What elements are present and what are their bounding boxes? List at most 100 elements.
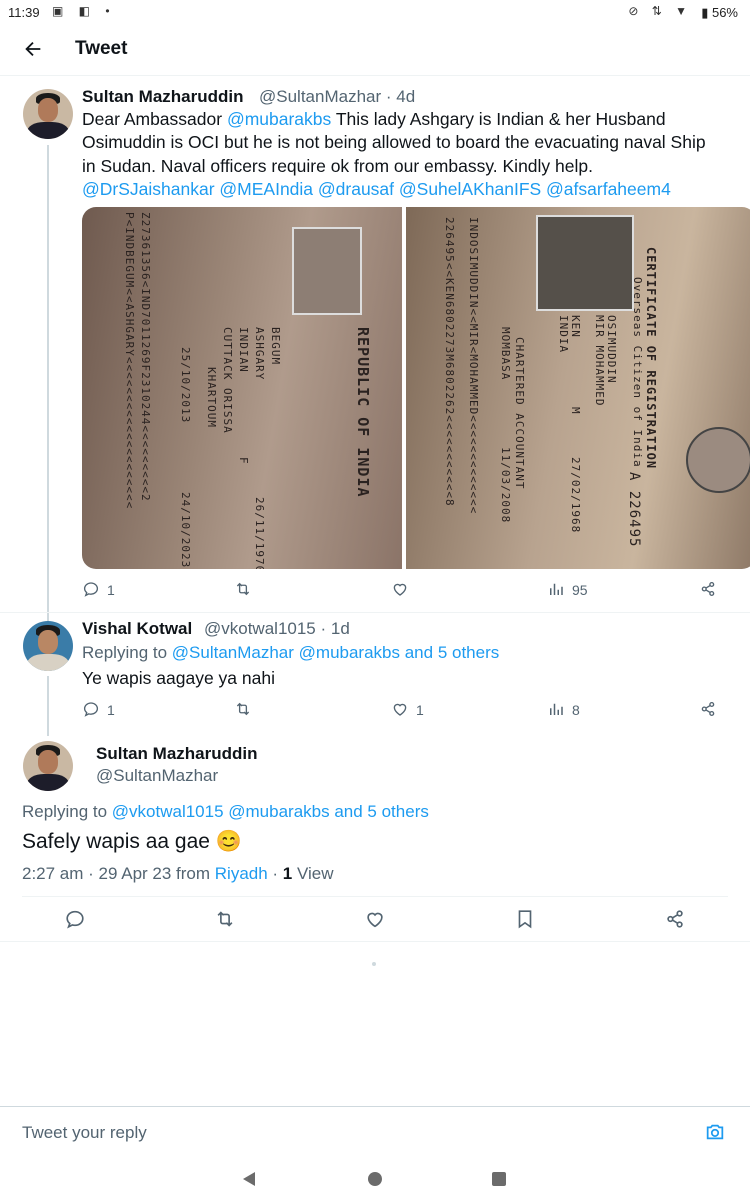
share-button[interactable] xyxy=(699,698,717,722)
comment-icon xyxy=(82,700,100,721)
arrow-left-icon[interactable] xyxy=(22,34,44,66)
heart-icon xyxy=(391,580,409,601)
passport-field: ASHGARY xyxy=(253,327,266,381)
oci-header: CERTIFICATE OF REGISTRATION xyxy=(644,247,658,470)
passport-field: INDIAN xyxy=(237,327,250,373)
divider xyxy=(22,896,728,897)
mention-link[interactable]: @mubarakbs xyxy=(227,109,331,129)
tweet-text-part: Dear Ambassador xyxy=(82,109,227,129)
oci-number: A 226495 xyxy=(626,472,642,548)
system-nav-bar xyxy=(0,1160,750,1200)
recents-nav-icon[interactable] xyxy=(490,1170,508,1193)
oci-stamp xyxy=(686,427,750,493)
retweet-button[interactable] xyxy=(234,578,259,602)
thread-line xyxy=(47,676,49,736)
avatar[interactable] xyxy=(23,621,73,671)
replying-prefix: Replying to xyxy=(82,643,172,662)
oci-card-photo[interactable]: CERTIFICATE OF REGISTRATION Overseas Cit… xyxy=(406,207,750,569)
bar-chart-icon xyxy=(547,700,565,721)
tweet-text: Safely wapis aa gae 😊 xyxy=(22,830,242,853)
replying-to-link[interactable]: @vkotwal1015 @mubarakbs and 5 others xyxy=(112,802,429,821)
reply-button[interactable] xyxy=(64,908,86,932)
camera-icon[interactable] xyxy=(704,1121,726,1148)
reply-composer[interactable]: Tweet your reply xyxy=(0,1106,750,1160)
author-handle[interactable]: @vkotwal1015 xyxy=(204,619,316,638)
heart-icon xyxy=(391,700,409,721)
battery-percent: 56% xyxy=(711,5,738,20)
home-nav-icon[interactable] xyxy=(366,1170,384,1193)
oci-field: OSIMUDDIN xyxy=(605,315,618,384)
like-button[interactable] xyxy=(364,908,386,932)
tweet-age: 4d xyxy=(396,87,416,106)
views-count: 1 xyxy=(282,864,293,883)
tweet-media[interactable]: Z27361356<IND7011269F2310244<<<<<<<<<2 P… xyxy=(82,207,750,569)
oci-field: MOMBASA xyxy=(499,327,512,381)
views-button[interactable]: 8 xyxy=(547,698,580,722)
heart-icon xyxy=(364,908,386,933)
tweet-source[interactable]: Riyadh xyxy=(215,864,268,883)
oci-field: INDIA xyxy=(557,315,570,354)
reply-count: 1 xyxy=(107,702,115,718)
author-handle[interactable]: @SultanMazhar xyxy=(96,766,218,786)
share-icon xyxy=(699,700,717,721)
oci-field: 11/03/2008 xyxy=(499,447,512,524)
replying-to-link[interactable]: @SultanMazhar @mubarakbs and 5 others xyxy=(172,643,499,662)
replying-to: Replying to @vkotwal1015 @mubarakbs and … xyxy=(22,802,429,822)
tweet-timestamp[interactable]: 2:27 am · 29 Apr 23 from xyxy=(22,864,215,883)
views-count: 95 xyxy=(572,582,588,598)
oci-field: CHARTERED ACCOUNTANT xyxy=(513,337,526,490)
avatar[interactable] xyxy=(23,89,73,139)
share-button[interactable] xyxy=(664,908,686,932)
loading-dot xyxy=(372,962,376,966)
author-name[interactable]: Sultan Mazharuddin xyxy=(96,744,258,764)
divider xyxy=(0,941,750,942)
status-time: 11:39 xyxy=(8,5,40,20)
oci-field: 27/02/1968 xyxy=(569,457,582,534)
author-name[interactable]: Vishal Kotwal xyxy=(82,619,192,639)
back-nav-icon[interactable] xyxy=(240,1170,258,1193)
reply-button[interactable]: 1 xyxy=(82,698,115,722)
oci-field: M xyxy=(569,407,582,415)
bookmark-button[interactable] xyxy=(514,908,536,932)
passport-field: KHARTOUM xyxy=(205,367,218,428)
reply-input[interactable]: Tweet your reply xyxy=(22,1123,147,1143)
status-bar: 11:39 ▣ ◧ • ⊘ ⇅ ▼ ▮ 56% xyxy=(0,0,750,26)
oci-mrz-line: 226495<<KEN6802273M6802262<<<<<<<<<<<8 xyxy=(443,217,456,507)
tweet-actions: 1 95 xyxy=(82,578,722,602)
tweet-timestamp-row: 2:27 am · 29 Apr 23 from Riyadh · 1 View xyxy=(22,864,334,883)
passport-photo[interactable]: Z27361356<IND7011269F2310244<<<<<<<<<2 P… xyxy=(82,207,402,569)
passport-portrait xyxy=(292,227,362,315)
passport-mrz-line: P<INDBEGUM<<ASHGARY<<<<<<<<<<<<<<<<<<<< xyxy=(123,212,136,510)
passport-field: 26/11/1970 xyxy=(253,497,266,569)
mention-links[interactable]: @DrSJaishankar @MEAIndia @drausaf @Suhel… xyxy=(82,179,671,199)
tweet-text: Ye wapis aagaye ya nahi xyxy=(82,668,275,688)
avatar[interactable] xyxy=(23,741,73,791)
oci-field: KEN xyxy=(569,315,582,338)
reply-count: 1 xyxy=(107,582,115,598)
retweet-button[interactable] xyxy=(234,698,259,722)
passport-field: 25/10/2013 xyxy=(179,347,192,424)
views-button[interactable]: 95 xyxy=(547,578,588,602)
share-button[interactable] xyxy=(699,578,717,602)
retweet-icon xyxy=(234,580,252,601)
author-handle[interactable]: @SultanMazhar xyxy=(259,87,381,106)
views-label: View xyxy=(292,864,334,883)
replying-prefix: Replying to xyxy=(22,802,112,821)
author-meta: @SultanMazhar · 4d xyxy=(259,87,416,106)
retweet-button[interactable] xyxy=(214,908,236,932)
page-title: Tweet xyxy=(75,38,128,59)
top-header: Tweet xyxy=(0,26,750,76)
passport-field: CUTTACK ORISSA xyxy=(221,327,234,434)
passport-field: 24/10/2023 xyxy=(179,492,192,569)
battery-level: ▮ 56% xyxy=(701,5,738,21)
comment-icon xyxy=(82,580,100,601)
like-button[interactable]: 1 xyxy=(391,698,424,722)
passport-field: F xyxy=(237,457,250,465)
reply-button[interactable]: 1 xyxy=(82,578,115,602)
divider xyxy=(0,612,750,613)
oci-mrz-line: INDOSIMUDDIN<<MIR<MOHAMMED<<<<<<<<<<<<< xyxy=(467,217,480,515)
like-button[interactable] xyxy=(391,578,416,602)
author-name[interactable]: Sultan Mazharuddin xyxy=(82,87,244,107)
passport-mrz-line: Z27361356<IND7011269F2310244<<<<<<<<<2 xyxy=(139,212,152,502)
notification-icons: ▣ ◧ • xyxy=(52,4,116,18)
